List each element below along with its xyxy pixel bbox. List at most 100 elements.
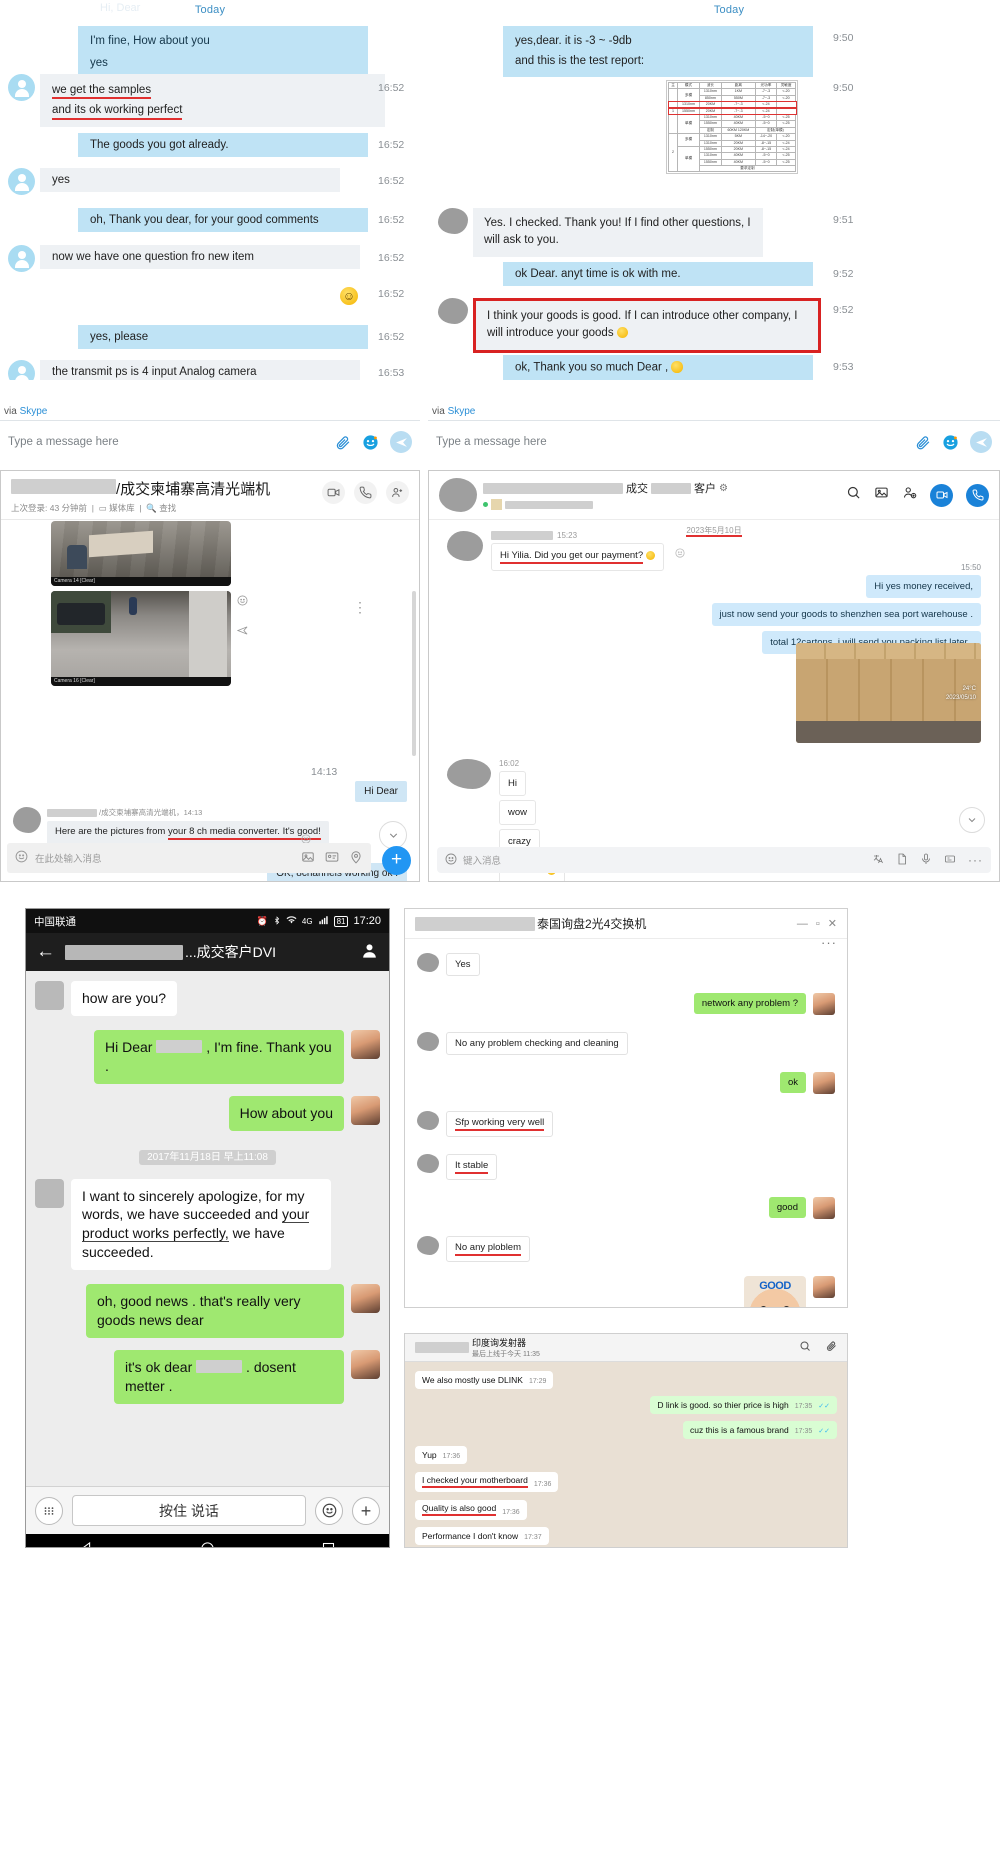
message-row-out: network any problem ?: [417, 993, 835, 1015]
wechat-input-bar[interactable]: 键入消息 ···: [437, 847, 991, 873]
video-call-button[interactable]: [930, 483, 953, 507]
translate-icon[interactable]: [872, 853, 884, 868]
attach-icon[interactable]: [825, 1339, 837, 1357]
scroll-to-bottom-button[interactable]: [959, 807, 985, 833]
message-text: I checked your motherboard: [422, 1475, 528, 1488]
timestamp: 17:37: [524, 1533, 542, 1541]
reaction-icon[interactable]: [675, 545, 685, 562]
location-icon[interactable]: [349, 850, 363, 867]
bluetooth-icon: [273, 915, 281, 928]
timestamp: 9:52: [833, 268, 854, 280]
message-text: ok, Thank you so much Dear ,: [515, 361, 669, 374]
message-bubble-out: yes, please: [78, 325, 368, 349]
avatar: [417, 1111, 439, 1130]
card-icon[interactable]: [325, 850, 339, 867]
more-options-icon[interactable]: ···: [821, 935, 837, 950]
reaction-icon[interactable]: [237, 593, 248, 611]
skype-left-input-row[interactable]: Type a message here: [0, 421, 420, 463]
message-text: D link is good. so thier price is high: [657, 1400, 789, 1410]
phone-call-button[interactable]: [966, 483, 989, 507]
skype-right-input-row[interactable]: Type a message here: [428, 421, 1000, 463]
emoji-icon[interactable]: [362, 434, 379, 451]
forward-icon[interactable]: [236, 623, 248, 641]
message-input-placeholder[interactable]: Type a message here: [8, 436, 119, 448]
maximize-icon[interactable]: ▫: [816, 918, 820, 930]
microphone-icon[interactable]: [920, 853, 932, 868]
avatar: [8, 74, 35, 101]
keyboard-toggle-icon[interactable]: [35, 1496, 63, 1525]
home-nav-icon[interactable]: [200, 1541, 215, 1547]
attach-icon[interactable]: [334, 434, 351, 451]
media-library-label[interactable]: 媒体库: [109, 503, 135, 513]
file-icon[interactable]: [896, 853, 908, 868]
gear-icon[interactable]: ⚙: [719, 483, 728, 494]
message-bubble-in: yes: [40, 168, 340, 192]
more-icon[interactable]: ···: [968, 853, 983, 867]
search-icon[interactable]: 🔍: [146, 503, 157, 513]
image-icon[interactable]: [874, 485, 889, 505]
timestamp: 9:50: [833, 32, 854, 44]
send-button[interactable]: [970, 431, 992, 453]
timestamp: 9:51: [833, 214, 854, 226]
message-text: yes: [85, 53, 356, 75]
cctv-image-2[interactable]: Camera 16 [Clear]: [51, 591, 231, 686]
redacted-name: [47, 808, 97, 817]
recents-nav-icon[interactable]: [321, 1541, 336, 1547]
qq-input-bar[interactable]: 在此处输入消息: [7, 843, 371, 873]
sticker-image[interactable]: GOOD: [744, 1275, 806, 1307]
avatar: [813, 1072, 835, 1094]
message-text: How about you: [239, 1104, 333, 1121]
more-options-icon[interactable]: ⋮: [353, 599, 369, 616]
video-call-icon[interactable]: [322, 481, 345, 504]
back-icon[interactable]: ←: [36, 941, 55, 963]
hold-to-talk-button[interactable]: 按住 说话: [72, 1495, 306, 1526]
timestamp: 16:52: [378, 252, 405, 264]
media-library-icon[interactable]: ▭: [99, 503, 107, 513]
message-text: wow: [508, 807, 528, 818]
wechat-input-placeholder[interactable]: 键入消息: [463, 853, 501, 867]
smile-emoji: [645, 550, 656, 560]
image-icon[interactable]: [301, 850, 315, 867]
message-row-out: oh, good news . that's really very goods…: [35, 1284, 380, 1338]
message-text: Yup: [422, 1450, 437, 1460]
redacted-name: [65, 944, 183, 960]
add-person-icon[interactable]: [902, 485, 917, 505]
back-nav-icon[interactable]: [79, 1541, 94, 1547]
skype-link[interactable]: Skype: [20, 406, 48, 417]
wechat-title-end: 客户: [694, 483, 716, 495]
android-chat-title: ...成交客户DVI: [185, 944, 277, 960]
cartons-photo[interactable]: 24°C 2023/05/10: [796, 643, 981, 743]
emoji-icon[interactable]: [315, 1496, 343, 1525]
send-button[interactable]: [390, 431, 412, 453]
search-icon[interactable]: [846, 485, 861, 505]
emoji-icon[interactable]: [942, 434, 959, 451]
search-label[interactable]: 查找: [159, 503, 176, 513]
message-bubble-out: Hi Dear , I'm fine. Thank you .: [94, 1029, 344, 1084]
message-bubble-in: now we have one question fro new item: [40, 245, 360, 269]
timestamp: 16:02: [499, 759, 520, 768]
minimize-icon[interactable]: —: [797, 918, 808, 930]
qq-input-placeholder[interactable]: 在此处输入消息: [35, 851, 102, 865]
add-attachment-button[interactable]: +: [382, 846, 411, 875]
emoji-icon[interactable]: [445, 853, 457, 868]
scroll-to-bottom-button[interactable]: [379, 821, 407, 849]
add-person-icon[interactable]: [386, 481, 409, 504]
timestamp: 17:35: [794, 1428, 813, 1435]
wechat-right-title: 泰国询盘2光4交换机: [537, 917, 647, 931]
attach-icon[interactable]: [914, 434, 931, 451]
fade-mask: [0, 380, 420, 402]
skype-link[interactable]: Skype: [448, 406, 476, 417]
add-attachment-icon[interactable]: +: [352, 1496, 380, 1525]
scrollbar[interactable]: [412, 591, 416, 756]
message-input-placeholder[interactable]: Type a message here: [436, 436, 547, 448]
emoji-icon[interactable]: [15, 850, 28, 866]
cctv-image-1[interactable]: Camera 14 [Clear]: [51, 521, 231, 586]
contact-profile-icon[interactable]: [360, 941, 379, 963]
test-report-image[interactable]: 主模式 波长 距离 光功率 灵敏度 1 多模 1310nm 1KM -7~-3 <-20 850n…: [666, 80, 798, 175]
search-icon[interactable]: [799, 1339, 811, 1357]
avatar: [417, 1032, 439, 1051]
close-icon[interactable]: ✕: [828, 917, 837, 930]
phone-call-icon[interactable]: [354, 481, 377, 504]
screenshot-icon[interactable]: [944, 853, 956, 868]
message-bubble-in: how are you?: [71, 981, 178, 1016]
